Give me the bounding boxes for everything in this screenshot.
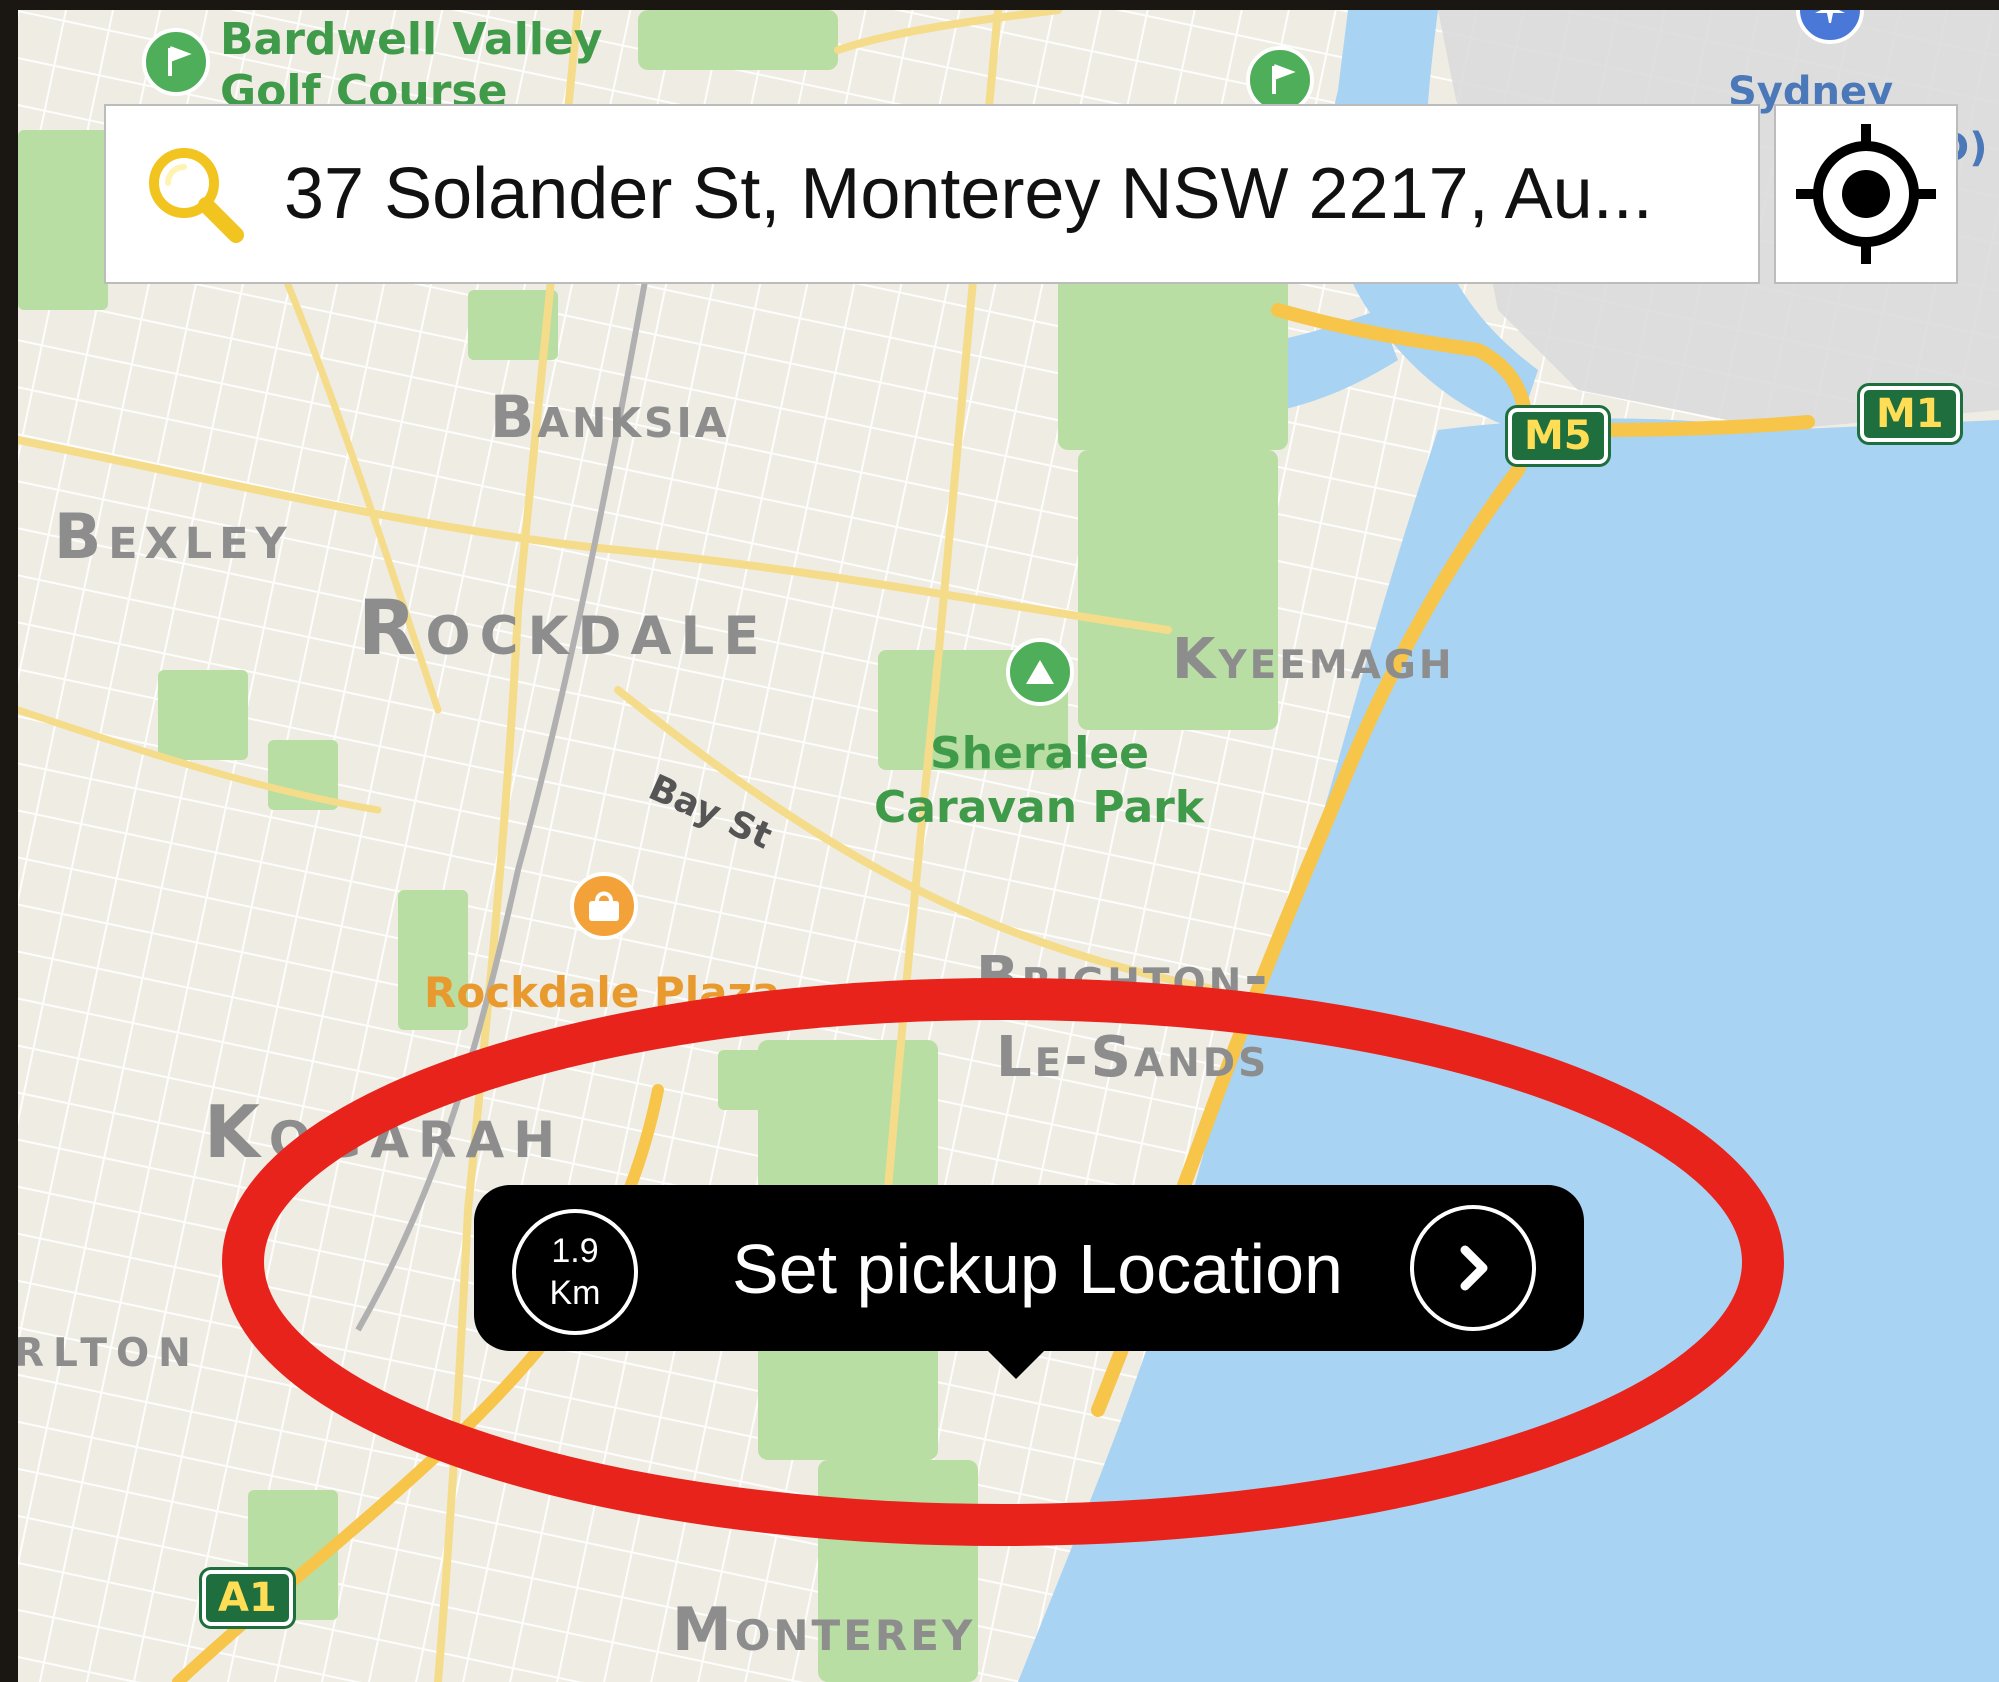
park-label-golf-line1: Bardwell Valley xyxy=(220,14,603,65)
suburb-label-bexley: Bexley xyxy=(54,500,294,573)
suburb-label-carlton: rlton xyxy=(18,1315,200,1380)
suburb-label-brighton-le-sands-line1: Brighton- xyxy=(976,945,1271,1010)
suburb-label-banksia: Banksia xyxy=(490,383,730,451)
screenshot-frame: Banksia Bexley Rockdale Kyeemagh Brighto… xyxy=(0,0,1999,1682)
road-shield-a1: A1 xyxy=(199,1567,296,1629)
distance-badge: 1.9 Km xyxy=(512,1209,638,1335)
shopping-bag-icon xyxy=(589,891,619,921)
crosshair-icon xyxy=(1796,124,1936,264)
set-pickup-callout[interactable]: 1.9 Km Set pickup Location xyxy=(474,1185,1584,1379)
suburb-label-brighton-le-sands-line2: Le-Sands xyxy=(996,1025,1270,1090)
set-pickup-arrow-button[interactable] xyxy=(1410,1205,1536,1331)
distance-unit: Km xyxy=(549,1274,601,1312)
search-icon xyxy=(140,139,260,249)
suburb-label-kyeemagh: Kyeemagh xyxy=(1172,627,1455,692)
poi-label-rockdale-plaza: Rockdale Plaza xyxy=(424,968,781,1017)
shopping-pin[interactable] xyxy=(570,872,638,940)
suburb-label-rockdale: Rockdale xyxy=(358,583,769,672)
road-shield-m5: M5 xyxy=(1505,405,1611,467)
tent-icon xyxy=(1026,660,1054,684)
plane-icon xyxy=(1815,10,1845,23)
search-address-text[interactable]: 37 Solander St, Monterey NSW 2217, Au... xyxy=(284,153,1653,235)
golf-course-pin[interactable] xyxy=(142,28,210,96)
callout-pointer xyxy=(986,1349,1046,1379)
distance-value: 1.9 xyxy=(551,1231,599,1270)
locate-me-button[interactable] xyxy=(1774,104,1958,284)
golf-flag-icon xyxy=(168,46,192,76)
park-label-sheralee-line1: Sheralee xyxy=(930,728,1150,779)
suburb-label-monterey: Monterey xyxy=(672,1595,976,1665)
set-pickup-label[interactable]: Set pickup Location xyxy=(732,1229,1343,1309)
golf-flag-icon xyxy=(1272,64,1296,94)
map-view[interactable]: Banksia Bexley Rockdale Kyeemagh Brighto… xyxy=(18,10,1999,1682)
chevron-right-icon xyxy=(1460,1245,1488,1291)
suburb-label-kogarah: Kogarah xyxy=(204,1090,565,1174)
road-shield-m1: M1 xyxy=(1857,383,1963,445)
caravan-park-pin[interactable] xyxy=(1006,638,1074,706)
search-bar[interactable]: 37 Solander St, Monterey NSW 2217, Au... xyxy=(104,104,1760,284)
park-label-sheralee-line2: Caravan Park xyxy=(874,782,1205,833)
